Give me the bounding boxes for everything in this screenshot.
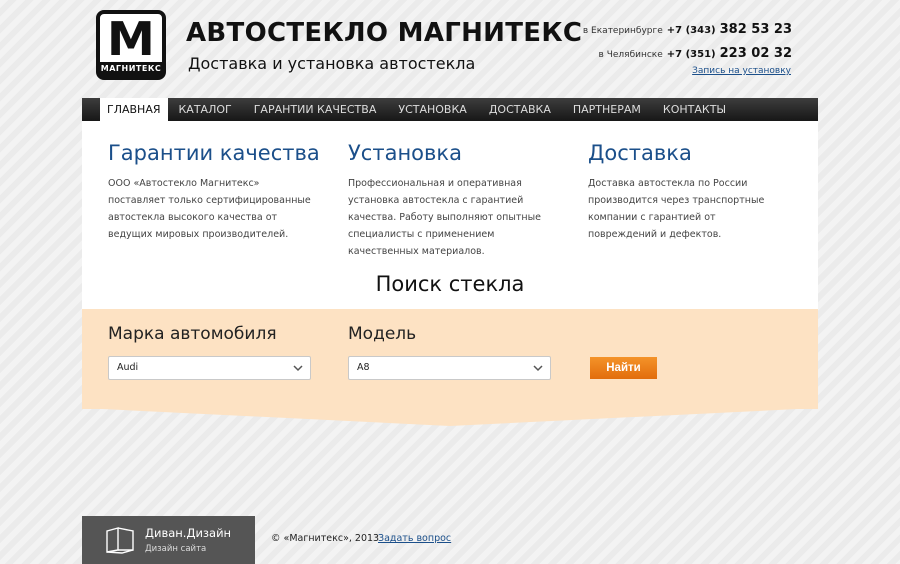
phone-city: в Екатеринбурге bbox=[582, 26, 663, 36]
feature-title[interactable]: Доставка bbox=[588, 141, 778, 165]
find-button[interactable]: Найти bbox=[590, 357, 657, 379]
make-select-value: Audi bbox=[117, 362, 139, 373]
feature-installation: Установка Профессиональная и оперативная… bbox=[348, 141, 558, 260]
nav-item-home[interactable]: ГЛАВНАЯ bbox=[100, 98, 168, 121]
sofa-icon bbox=[106, 527, 134, 554]
site-title: АВТОСТЕКЛО МАГНИТЕКС bbox=[186, 18, 583, 48]
model-select[interactable]: A8 bbox=[348, 356, 551, 380]
developer-block[interactable]: Диван.Дизайн Дизайн сайта bbox=[82, 516, 255, 564]
developer-subtitle: Дизайн сайта bbox=[145, 544, 207, 554]
phone-ekaterinburg: в Екатеринбурге +7 (343) 382 53 23 bbox=[583, 22, 792, 46]
copyright: © «Магнитекс», 2013 bbox=[271, 533, 380, 544]
make-label: Марка автомобиля bbox=[108, 324, 277, 344]
feature-text: ООО «Автостекло Магнитекс» поставляет то… bbox=[108, 178, 311, 240]
logo-letter: M bbox=[106, 12, 156, 66]
search-panel: Марка автомобиля Audi Модель A8 Найти bbox=[82, 309, 818, 409]
chevron-down-icon bbox=[533, 365, 543, 372]
search-title: Поиск стекла bbox=[375, 272, 525, 296]
feature-quality: Гарантии качества ООО «Автостекло Магнит… bbox=[108, 141, 320, 243]
model-label: Модель bbox=[348, 324, 417, 344]
feature-delivery: Доставка Доставка автостекла по России п… bbox=[588, 141, 778, 243]
feature-title[interactable]: Гарантии качества bbox=[108, 141, 320, 165]
site-logo[interactable]: M МАГНИТЕКС bbox=[96, 10, 166, 80]
feature-title[interactable]: Установка bbox=[348, 141, 558, 165]
booking-link[interactable]: Запись на установку bbox=[692, 66, 791, 76]
main-content: Гарантии качества ООО «Автостекло Магнит… bbox=[82, 121, 818, 309]
feature-text: Доставка автостекла по России производит… bbox=[588, 178, 765, 240]
chevron-down-icon bbox=[293, 365, 303, 372]
developer-name: Диван.Дизайн bbox=[145, 526, 232, 540]
ask-question-link[interactable]: Задать вопрос bbox=[378, 533, 451, 544]
make-select[interactable]: Audi bbox=[108, 356, 311, 380]
feature-text: Профессиональная и оперативная установка… bbox=[348, 178, 541, 257]
phone-code: +7 (351) bbox=[666, 49, 716, 60]
phone-block: в Екатеринбурге +7 (343) 382 53 23 в Чел… bbox=[583, 22, 792, 70]
phone-city: в Челябинске bbox=[598, 50, 663, 60]
phone-code: +7 (343) bbox=[666, 25, 716, 36]
site-subtitle: Доставка и установка автостекла bbox=[188, 54, 476, 73]
nav-item-catalog[interactable]: КАТАЛОГ bbox=[168, 98, 243, 121]
nav-item-delivery[interactable]: ДОСТАВКА bbox=[478, 98, 562, 121]
nav-item-partners[interactable]: ПАРТНЕРАМ bbox=[562, 98, 652, 121]
nav-item-contacts[interactable]: КОНТАКТЫ bbox=[652, 98, 737, 121]
nav-item-quality[interactable]: ГАРАНТИИ КАЧЕСТВА bbox=[243, 98, 388, 121]
nav-item-installation[interactable]: УСТАНОВКА bbox=[387, 98, 477, 121]
main-nav: ГЛАВНАЯ КАТАЛОГ ГАРАНТИИ КАЧЕСТВА УСТАНО… bbox=[82, 98, 818, 121]
phone-number: 382 53 23 bbox=[719, 22, 792, 37]
phone-number: 223 02 32 bbox=[719, 46, 792, 61]
panel-arrow bbox=[82, 408, 818, 426]
model-select-value: A8 bbox=[357, 362, 370, 373]
